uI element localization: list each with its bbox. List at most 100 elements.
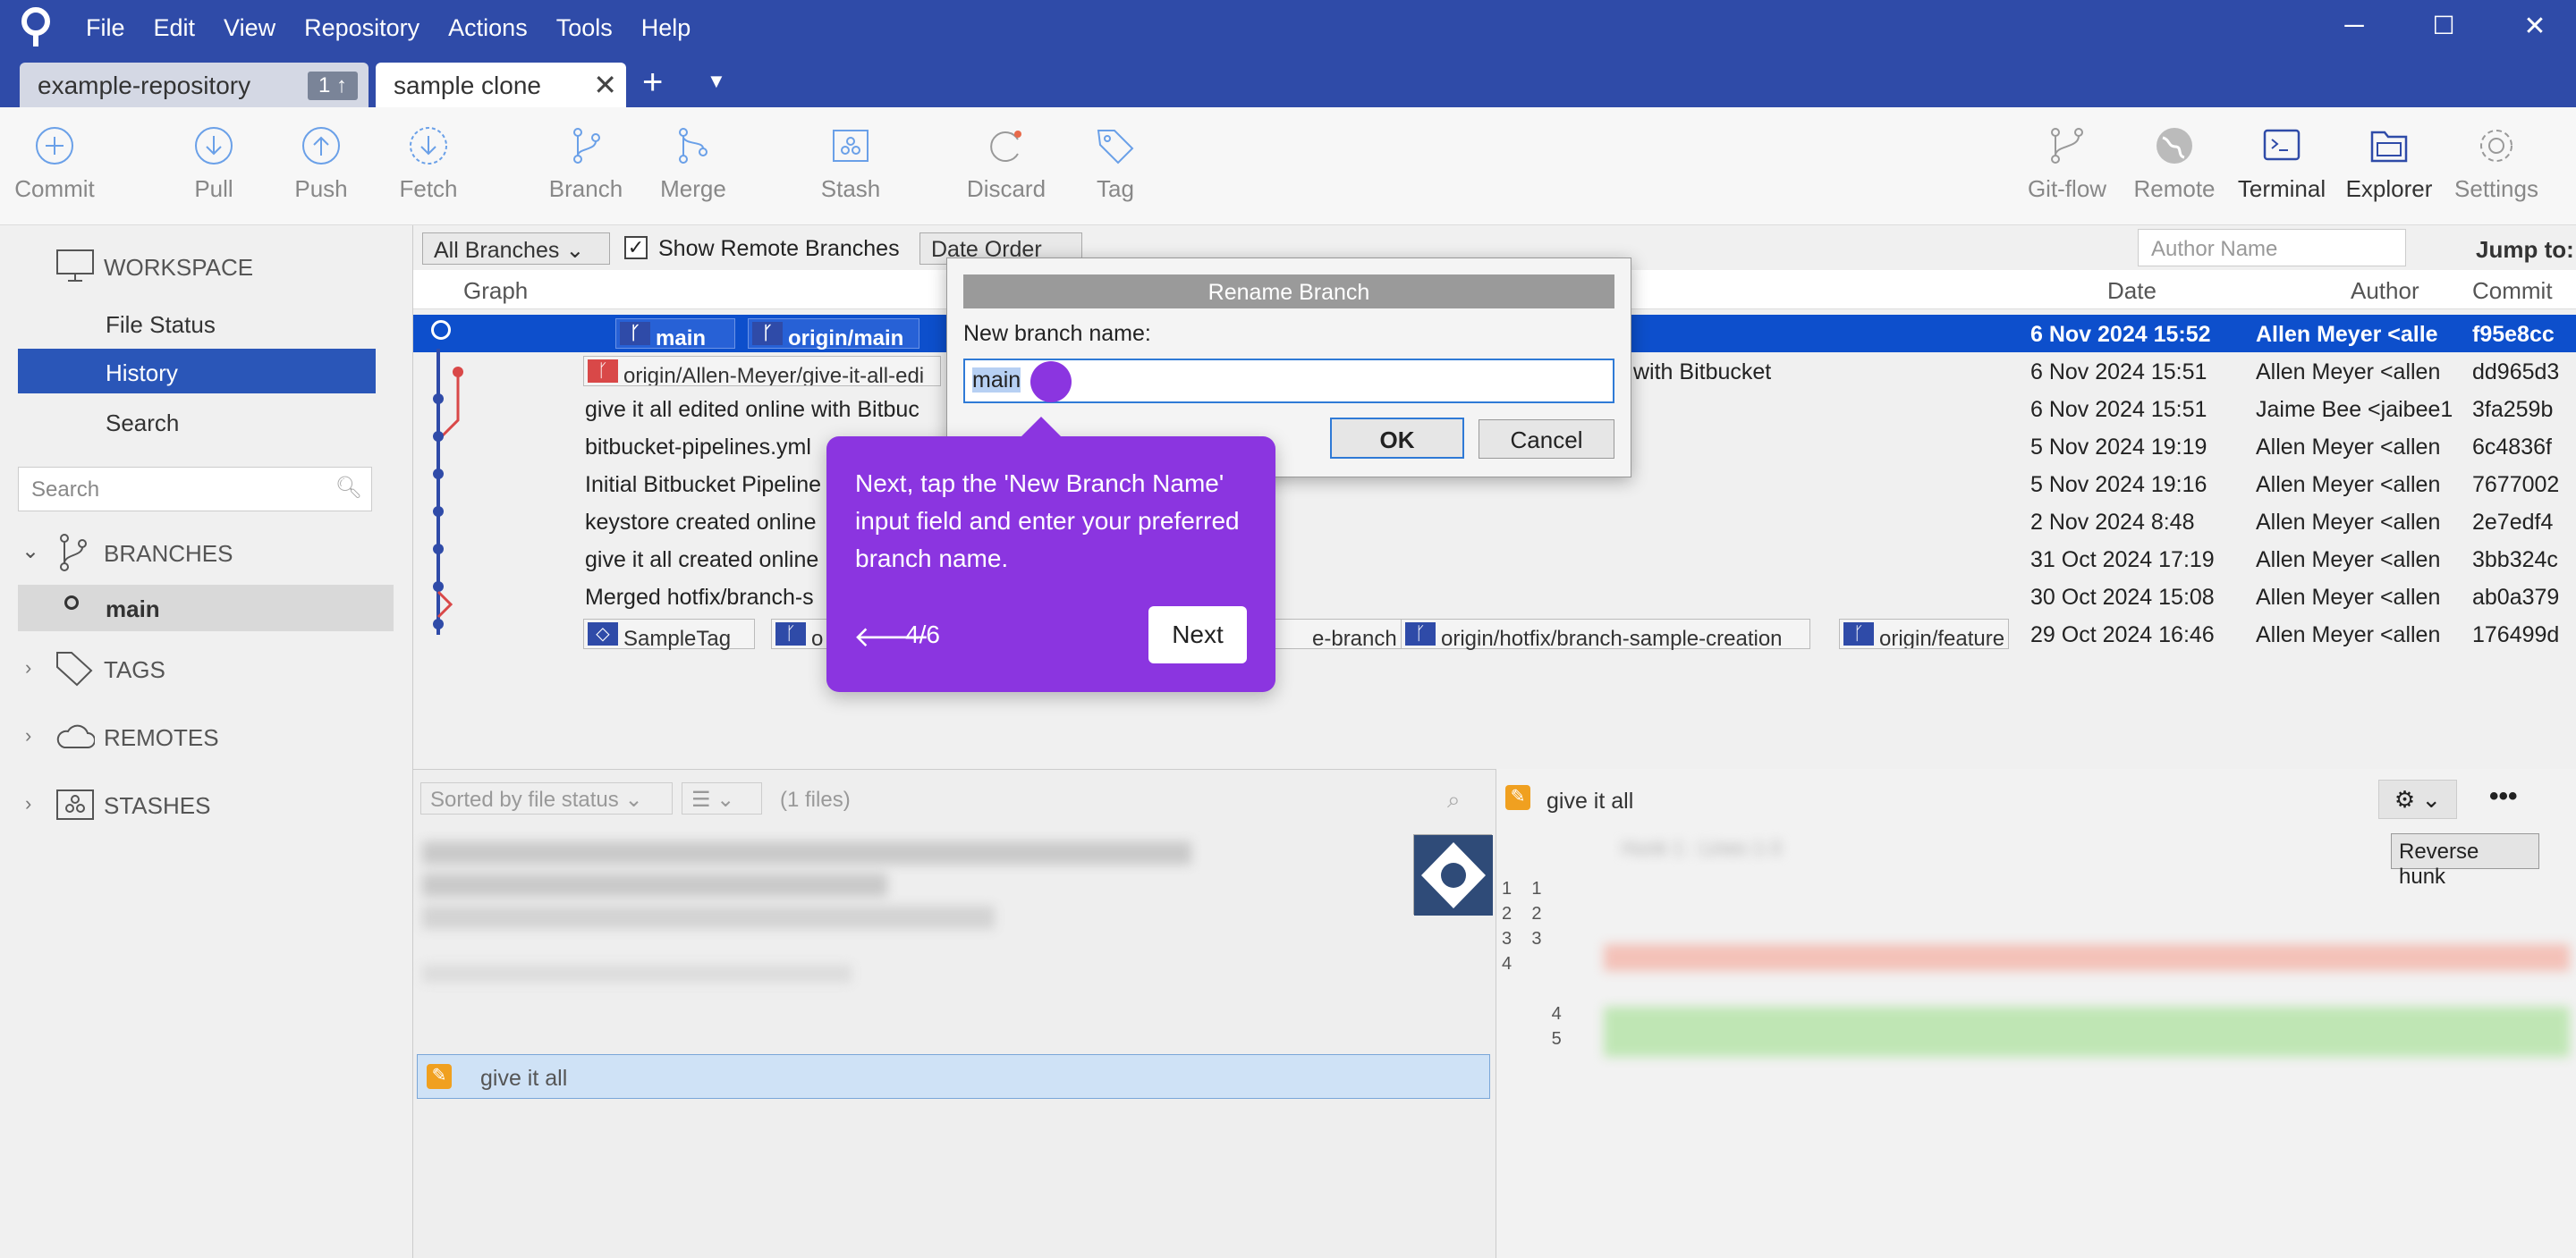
sidebar: WORKSPACE File Status History Search Sea… <box>0 225 413 1258</box>
diff-file-name: give it all <box>1546 789 1634 814</box>
commit-button[interactable]: Commit <box>5 125 104 203</box>
branch-tag-hotfix[interactable]: ᚴ origin/hotfix/branch-sample-creation <box>1401 619 1810 651</box>
reverse-hunk-button[interactable]: Reverse hunk <box>2391 833 2539 889</box>
menu-view[interactable]: View <box>224 14 275 42</box>
sort-select[interactable]: Sorted by file status ⌄ <box>420 782 673 815</box>
commit-description: give it all edited online with Bitbuc <box>585 397 919 422</box>
date-column-header[interactable]: Date <box>2107 277 2157 305</box>
graph-column-header[interactable]: Graph <box>463 277 528 305</box>
commit-date: 5 Nov 2024 19:16 <box>2030 472 2207 497</box>
file-list-item[interactable]: ✎ give it all <box>417 1054 1490 1099</box>
merge-button[interactable]: Merge <box>644 125 742 203</box>
chevron-right-icon[interactable]: › <box>25 656 31 680</box>
current-branch-icon <box>64 595 79 610</box>
gitflow-button[interactable]: Git-flow <box>2018 125 2116 203</box>
modified-file-icon: ✎ <box>1505 785 1530 810</box>
branch-tag-origin-main[interactable]: ᚴ origin/main <box>748 318 919 350</box>
search-icon[interactable]: ⌕ <box>1447 786 1461 815</box>
ok-button[interactable]: OK <box>1330 418 1464 459</box>
commit-date: 6 Nov 2024 15:52 <box>2030 322 2211 347</box>
toolbar: Commit Pull Push Fetch Branch Merge Stas… <box>0 107 2576 225</box>
terminal-button[interactable]: Terminal <box>2233 125 2331 203</box>
menu-actions[interactable]: Actions <box>448 14 528 42</box>
commit-hash: 176499d <box>2472 622 2560 647</box>
monitor-icon <box>56 249 94 282</box>
chevron-down-icon[interactable]: ⌄ <box>21 538 39 564</box>
branch-tag-label: origin/main <box>788 326 904 350</box>
tag-sampletag[interactable]: ◇ SampleTag <box>583 619 755 651</box>
next-button[interactable]: Next <box>1148 606 1247 663</box>
close-window-icon[interactable]: ✕ <box>2517 11 2553 42</box>
remote-button[interactable]: Remote <box>2125 125 2224 203</box>
search-placeholder: Search <box>31 477 100 502</box>
tab-sample-clone[interactable]: sample clone ✕ <box>376 63 626 107</box>
stashes-heading[interactable]: STASHES <box>104 792 210 820</box>
sidebar-item-history[interactable] <box>18 349 376 393</box>
more-options-icon[interactable]: ••• <box>2489 781 2518 812</box>
menu-repository[interactable]: Repository <box>304 14 419 42</box>
sidebar-search-input[interactable]: Search 🔍︎ <box>18 467 372 511</box>
tag-button[interactable]: Tag <box>1066 125 1165 203</box>
show-remote-checkbox[interactable]: ✓ <box>624 236 648 259</box>
explorer-button[interactable]: Explorer <box>2340 125 2438 203</box>
tag-icon: ◇ <box>588 622 618 646</box>
stash-button[interactable]: Stash <box>801 125 900 203</box>
branch-tag-origin-allen[interactable]: ᚴ origin/Allen-Meyer/give-it-all-edi <box>583 356 941 386</box>
minimize-icon[interactable]: ─ <box>2336 11 2372 41</box>
chevron-right-icon[interactable]: › <box>25 724 31 747</box>
table-row[interactable]: ◇ SampleTag ᚴo e-branch ᚴ origin/hotfix/br… <box>413 615 2576 653</box>
commit-date: 29 Oct 2024 16:46 <box>2030 622 2215 647</box>
settings-button[interactable]: Settings <box>2447 125 2546 203</box>
commit-author: Allen Meyer <allen <box>2256 472 2441 497</box>
push-button[interactable]: Push <box>272 125 370 203</box>
menu-edit[interactable]: Edit <box>154 14 196 42</box>
chevron-right-icon[interactable]: › <box>25 792 31 815</box>
menu-tools[interactable]: Tools <box>556 14 613 42</box>
tags-heading[interactable]: TAGS <box>104 656 165 684</box>
commit-description: keystore created online <box>585 510 817 535</box>
branch-icon: ᚴ <box>752 322 783 345</box>
sidebar-item-search[interactable]: Search <box>106 409 179 437</box>
discard-button[interactable]: Discard <box>957 125 1055 203</box>
commit-date: 2 Nov 2024 8:48 <box>2030 510 2195 535</box>
commit-hash: 7677002 <box>2472 472 2560 497</box>
cancel-button[interactable]: Cancel <box>1479 419 1614 459</box>
remote-label: Remote <box>2133 175 2216 202</box>
tab-dropdown-icon[interactable]: ▼ <box>707 70 726 93</box>
search-icon: 🔍︎ <box>335 476 362 500</box>
branch-tag-label: o <box>811 627 824 651</box>
maximize-icon[interactable]: ☐ <box>2426 11 2462 40</box>
table-row[interactable]: give it all created online 31 Oct 2024 1… <box>413 540 2576 578</box>
sidebar-item-file-status[interactable]: File Status <box>106 311 216 339</box>
gear-menu-button[interactable]: ⚙ ⌄ <box>2378 780 2457 819</box>
added-lines <box>1604 1007 2570 1057</box>
tab-example-repository[interactable]: example-repository 1 ↑ <box>20 63 369 107</box>
branch-filter-select[interactable]: All Branches ⌄ <box>422 232 610 265</box>
stash-label: Stash <box>820 175 881 202</box>
author-filter-input[interactable]: Author Name <box>2138 229 2406 266</box>
file-count: (1 files) <box>780 788 851 812</box>
commit-details <box>422 832 1317 1056</box>
remotes-heading[interactable]: REMOTES <box>104 724 219 752</box>
menu-file[interactable]: File <box>86 14 125 42</box>
view-mode-select[interactable]: ☰ ⌄ <box>682 782 762 815</box>
gitflow-label: Git-flow <box>2027 175 2107 202</box>
workspace-heading: WORKSPACE <box>104 254 254 281</box>
table-row[interactable]: keystore created online 2 Nov 2024 8:48 … <box>413 502 2576 540</box>
terminal-label: Terminal <box>2237 175 2326 202</box>
pull-button[interactable]: Pull <box>165 125 263 203</box>
new-tab-icon[interactable]: + <box>642 63 663 103</box>
branch-tag-feature[interactable]: ᚴ origin/feature <box>1839 619 2009 649</box>
commit-column-header[interactable]: Commit <box>2472 277 2553 305</box>
menu-help[interactable]: Help <box>641 14 691 42</box>
commit-node-icon <box>431 320 451 340</box>
branches-heading[interactable]: BRANCHES <box>104 540 233 568</box>
fetch-button[interactable]: Fetch <box>379 125 478 203</box>
step-counter: 4/6 <box>905 621 940 648</box>
author-column-header[interactable]: Author <box>2351 277 2419 305</box>
close-tab-icon[interactable]: ✕ <box>593 68 617 102</box>
branch-button[interactable]: Branch <box>537 125 635 203</box>
table-row[interactable]: Merged hotfix/branch-s 30 Oct 2024 15:08… <box>413 578 2576 615</box>
tag-icon <box>1097 130 1134 165</box>
branch-tag-main[interactable]: ᚴ main <box>615 318 735 350</box>
